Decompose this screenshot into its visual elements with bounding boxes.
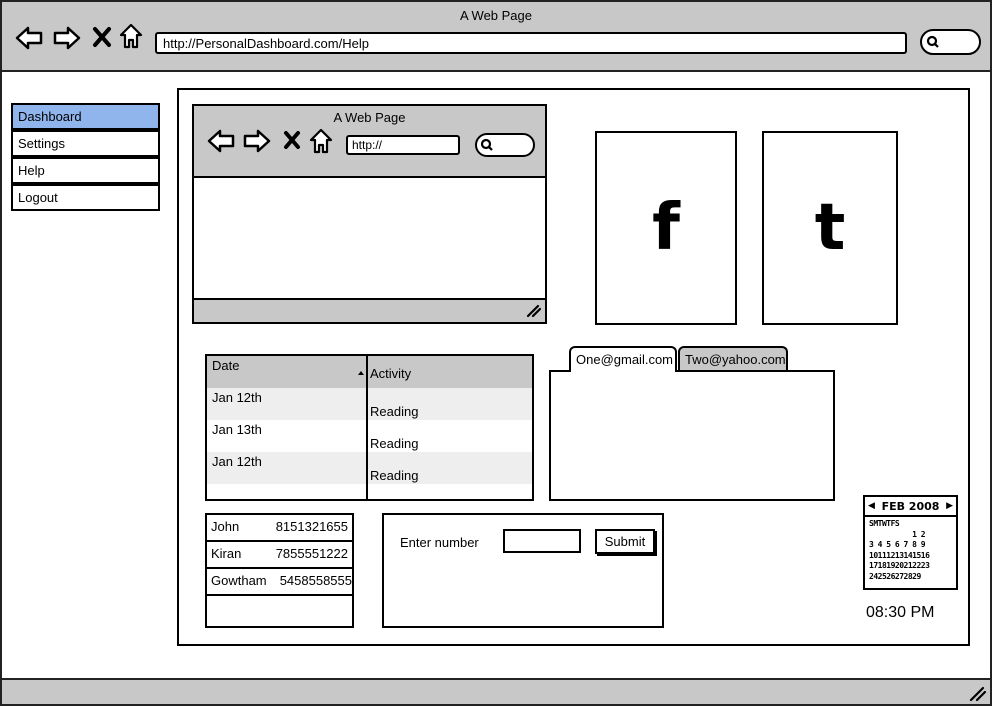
close-icon[interactable] <box>92 26 112 48</box>
embedded-search[interactable] <box>475 133 535 157</box>
address-bar[interactable]: http://PersonalDashboard.com/Help <box>155 32 907 54</box>
column-header-date[interactable]: Date <box>212 358 239 373</box>
table-header: Date Activity <box>207 356 532 388</box>
contact-phone: 8151321655 <box>275 519 348 534</box>
resize-grip-icon[interactable] <box>525 304 541 318</box>
next-month-icon[interactable]: ▶ <box>946 497 953 516</box>
prev-month-icon[interactable]: ◀ <box>868 497 875 516</box>
embedded-browser-statusbar <box>194 298 545 322</box>
number-input[interactable] <box>503 529 581 553</box>
calendar-day-headers: SMTWTFS <box>869 519 900 528</box>
back-arrow-icon[interactable] <box>206 128 236 154</box>
column-header-activity[interactable]: Activity <box>370 366 411 381</box>
activity-cell: Reading <box>370 468 419 483</box>
sidebar-item-dashboard[interactable]: Dashboard <box>11 103 160 130</box>
forward-arrow-icon[interactable] <box>242 128 272 154</box>
calendar-widget: ◀ FEB 2008 ▶ SMTWTFS 1 23 4 5 6 7 8 9 101… <box>863 495 958 590</box>
table-row[interactable]: Jan 12th Reading <box>207 452 532 484</box>
contact-phone: 5458558555 <box>279 573 352 588</box>
browser-statusbar <box>2 678 990 704</box>
calendar-week: 242526272829 <box>869 571 921 581</box>
tumblr-icon: t <box>814 191 846 265</box>
calendar-week: 1 2 <box>869 529 926 539</box>
browser-title: A Web Page <box>459 8 533 23</box>
embedded-browser-toolbar: A Web Page http:// <box>194 106 545 178</box>
submit-button[interactable]: Submit <box>595 529 655 554</box>
activity-cell: Reading <box>370 436 419 451</box>
calendar-week: 17181920212223 <box>869 561 930 570</box>
sidebar-item-settings[interactable]: Settings <box>11 130 160 157</box>
calendar-week: 3 4 5 6 7 8 9 <box>869 540 926 549</box>
list-item[interactable]: Gowtham 5458558555 <box>207 569 352 596</box>
table-row[interactable]: Jan 13th Reading <box>207 420 532 452</box>
close-icon[interactable] <box>283 130 301 150</box>
mail-tab-panel <box>549 370 835 501</box>
resize-grip-icon[interactable] <box>968 686 986 702</box>
sidebar-item-help[interactable]: Help <box>11 157 160 184</box>
sidebar-item-logout[interactable]: Logout <box>11 184 160 211</box>
embedded-address-bar[interactable]: http:// <box>346 135 460 155</box>
tab-one-gmail[interactable]: One@gmail.com <box>569 346 677 372</box>
enter-number-label: Enter number <box>400 535 479 550</box>
clock-time: 08:30 PM <box>866 604 935 621</box>
date-cell: Jan 12th <box>212 390 262 405</box>
contacts-list: John 8151321655 Kiran 7855551222 Gowtham… <box>205 513 354 628</box>
calendar-grid[interactable]: SMTWTFS 1 23 4 5 6 7 8 9 10111213141516 17… <box>869 519 954 582</box>
browser-search[interactable] <box>920 29 981 55</box>
calendar-month: FEB 2008 <box>881 500 940 513</box>
embedded-browser: A Web Page http:// <box>192 104 547 324</box>
facebook-card[interactable]: f <box>595 131 737 325</box>
contact-name: John <box>211 519 240 534</box>
table-row[interactable]: Jan 12th Reading <box>207 388 532 420</box>
list-item[interactable]: Kiran 7855551222 <box>207 542 352 569</box>
forward-arrow-icon[interactable] <box>52 24 82 52</box>
date-cell: Jan 13th <box>212 422 262 437</box>
sort-ascending-icon[interactable] <box>357 370 365 376</box>
back-arrow-icon[interactable] <box>14 24 44 52</box>
facebook-icon: f <box>652 191 680 265</box>
search-icon <box>480 138 493 151</box>
tumblr-card[interactable]: t <box>762 131 898 325</box>
contact-name: Kiran <box>211 546 242 561</box>
number-entry-form: Enter number Submit <box>382 513 664 628</box>
list-item[interactable]: John 8151321655 <box>207 515 352 542</box>
activity-table: Date Activity Jan 12th Reading Jan 13th … <box>205 354 534 501</box>
contact-name: Gowtham <box>211 573 267 588</box>
embedded-browser-title: A Web Page <box>333 110 406 125</box>
tab-two-yahoo[interactable]: Two@yahoo.com <box>678 346 788 370</box>
activity-cell: Reading <box>370 404 419 419</box>
search-icon <box>926 35 939 48</box>
calendar-header: ◀ FEB 2008 ▶ <box>865 497 956 517</box>
calendar-week: 10111213141516 <box>869 550 930 560</box>
home-icon[interactable] <box>118 22 144 50</box>
date-cell: Jan 12th <box>212 454 262 469</box>
contact-phone: 7855551222 <box>275 546 348 561</box>
column-divider <box>366 356 368 499</box>
browser-toolbar: A Web Page http://PersonalDashboard.com/… <box>2 2 990 72</box>
home-icon[interactable] <box>308 127 334 155</box>
